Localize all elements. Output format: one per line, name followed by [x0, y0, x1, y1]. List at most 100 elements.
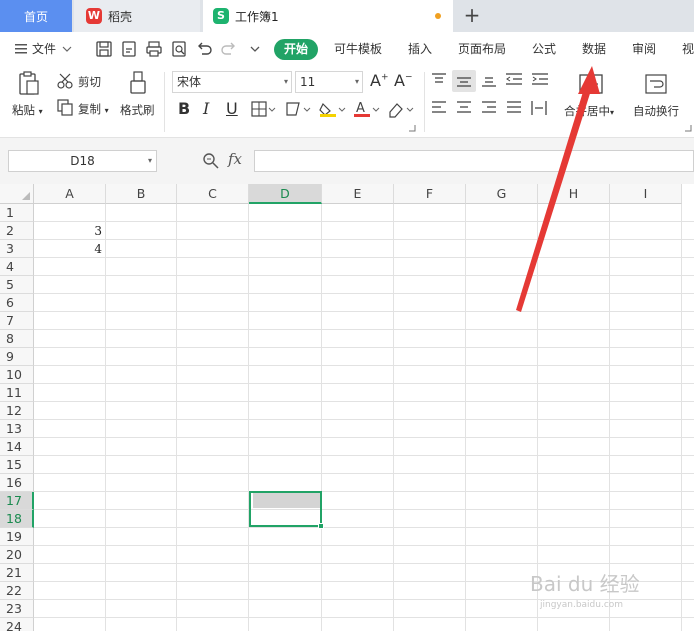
align-center-icon[interactable]	[455, 100, 473, 116]
row-header-17[interactable]: 17	[0, 492, 34, 510]
row-header-14[interactable]: 14	[0, 438, 34, 456]
row-header-9[interactable]: 9	[0, 348, 34, 366]
menu-tab-formulas[interactable]: 公式	[532, 40, 556, 58]
cell-a3[interactable]: 4	[34, 241, 102, 259]
tab-daoke[interactable]: W 稻壳	[74, 0, 200, 32]
row-header-8[interactable]: 8	[0, 330, 34, 348]
menu-tab-insert[interactable]: 插入	[408, 40, 432, 58]
justify-icon[interactable]	[505, 100, 523, 116]
borders-icon[interactable]	[250, 100, 276, 118]
tab-home[interactable]: 首页	[0, 0, 72, 32]
increase-font-icon[interactable]: A+	[370, 71, 389, 90]
row-header-6[interactable]: 6	[0, 294, 34, 312]
column-header-h[interactable]: H	[538, 184, 610, 204]
copy-icon[interactable]	[56, 98, 74, 116]
column-header-c[interactable]: C	[177, 184, 249, 204]
row-header-23[interactable]: 23	[0, 600, 34, 618]
paste-icon[interactable]	[18, 70, 40, 96]
row-header-22[interactable]: 22	[0, 582, 34, 600]
menu-tab-start[interactable]: 开始	[274, 39, 318, 60]
menu-tab-page-layout[interactable]: 页面布局	[458, 40, 506, 58]
font-size-select[interactable]: 11 ▾	[295, 71, 363, 93]
cut-button[interactable]: 剪切	[78, 74, 101, 90]
row-header-24[interactable]: 24	[0, 618, 34, 631]
row-header-5[interactable]: 5	[0, 276, 34, 294]
align-middle-button[interactable]	[452, 70, 476, 92]
selected-cell-d17[interactable]	[253, 493, 320, 508]
decrease-font-icon[interactable]: A−	[394, 71, 413, 90]
column-header-b[interactable]: B	[106, 184, 177, 204]
undo-icon[interactable]	[195, 40, 213, 58]
row-header-21[interactable]: 21	[0, 564, 34, 582]
merge-center-button[interactable]: 合并居中▾	[564, 103, 614, 119]
row-header-12[interactable]: 12	[0, 402, 34, 420]
row-header-20[interactable]: 20	[0, 546, 34, 564]
cell-a2[interactable]: 3	[34, 223, 102, 241]
row-header-19[interactable]: 19	[0, 528, 34, 546]
column-header-d[interactable]: D	[249, 184, 322, 204]
column-header-g[interactable]: G	[466, 184, 538, 204]
align-left-icon[interactable]	[430, 100, 448, 116]
scissors-icon[interactable]	[56, 72, 74, 90]
row-header-11[interactable]: 11	[0, 384, 34, 402]
formula-input[interactable]	[254, 150, 694, 172]
format-painter-button[interactable]: 格式刷	[120, 102, 155, 118]
new-tab-button[interactable]: +	[460, 4, 484, 28]
row-header-3[interactable]: 3	[0, 240, 34, 258]
auto-wrap-button[interactable]: 自动换行	[633, 103, 679, 119]
fill-handle[interactable]	[318, 523, 324, 529]
export-pdf-icon[interactable]	[120, 40, 138, 58]
name-box[interactable]: D18 ▾	[8, 150, 157, 172]
alignment-settings-launcher-icon[interactable]	[684, 124, 692, 132]
redo-icon[interactable]	[220, 40, 238, 58]
column-header-e[interactable]: E	[322, 184, 394, 204]
wrap-text-icon[interactable]	[644, 72, 668, 96]
row-header-18[interactable]: 18	[0, 510, 34, 528]
row-header-13[interactable]: 13	[0, 420, 34, 438]
fill-color-icon[interactable]	[318, 100, 346, 118]
font-settings-launcher-icon[interactable]	[408, 124, 416, 132]
menu-tab-data[interactable]: 数据	[582, 40, 606, 58]
file-menu[interactable]: 文件	[14, 40, 72, 58]
cell-style-icon[interactable]	[284, 100, 312, 118]
row-header-16[interactable]: 16	[0, 474, 34, 492]
paste-button[interactable]: 粘贴 ▾	[12, 102, 43, 118]
row-header-4[interactable]: 4	[0, 258, 34, 276]
menu-tab-templates[interactable]: 可牛模板	[334, 40, 382, 58]
row-header-7[interactable]: 7	[0, 312, 34, 330]
italic-button[interactable]: I	[203, 99, 209, 118]
selected-range[interactable]	[249, 491, 324, 529]
column-header-a[interactable]: A	[34, 184, 106, 204]
distributed-align-icon[interactable]	[530, 100, 548, 116]
font-color-icon[interactable]: A	[352, 100, 380, 118]
tab-workbook[interactable]: S 工作簿1	[203, 0, 453, 32]
row-header-2[interactable]: 2	[0, 222, 34, 240]
save-icon[interactable]	[95, 40, 113, 58]
bold-button[interactable]: B	[178, 99, 190, 118]
font-name-select[interactable]: 宋体 ▾	[172, 71, 292, 93]
row-header-1[interactable]: 1	[0, 204, 34, 222]
spreadsheet-grid[interactable]: A B C D E F G H I 1 2 3 4 5 6 7 8 9 10 11 12 13 14 15 16 17 18 19 20…	[0, 184, 694, 631]
merge-cells-icon[interactable]	[578, 72, 604, 96]
print-preview-icon[interactable]	[170, 40, 188, 58]
menu-tab-view[interactable]: 视	[682, 40, 694, 58]
increase-indent-icon[interactable]	[530, 72, 550, 88]
align-top-icon[interactable]	[430, 72, 448, 88]
clear-format-icon[interactable]	[386, 100, 414, 118]
column-header-i[interactable]: I	[610, 184, 682, 204]
align-bottom-icon[interactable]	[480, 72, 498, 88]
column-header-f[interactable]: F	[394, 184, 466, 204]
name-box-dropdown-icon[interactable]: ▾	[148, 151, 152, 171]
underline-button[interactable]: U	[226, 99, 238, 118]
zoom-search-icon[interactable]	[202, 152, 220, 170]
row-header-10[interactable]: 10	[0, 366, 34, 384]
format-painter-icon[interactable]	[128, 70, 148, 96]
menu-tab-review[interactable]: 审阅	[632, 40, 656, 58]
customize-toolbar-icon[interactable]	[246, 40, 264, 58]
align-right-icon[interactable]	[480, 100, 498, 116]
insert-function-button[interactable]: fx	[228, 150, 242, 168]
copy-button[interactable]: 复制 ▾	[78, 101, 109, 117]
select-all-corner[interactable]	[0, 184, 34, 204]
decrease-indent-icon[interactable]	[504, 72, 524, 88]
print-icon[interactable]	[145, 40, 163, 58]
